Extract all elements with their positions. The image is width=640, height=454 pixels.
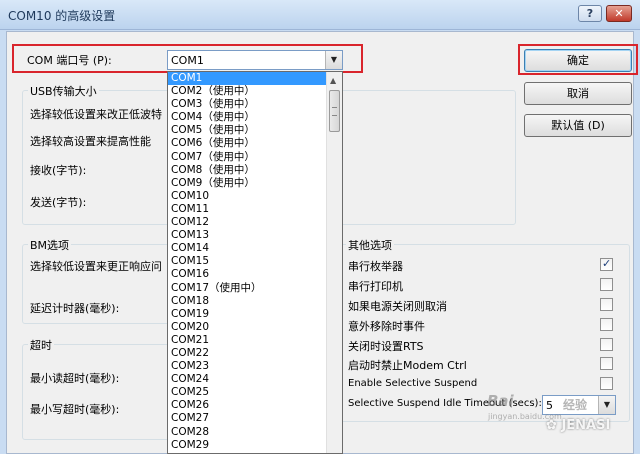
port-selected-value: COM1	[171, 54, 204, 67]
port-option[interactable]: COM28	[168, 426, 342, 439]
port-option[interactable]: COM6（使用中）	[168, 137, 342, 150]
port-option[interactable]: COM2（使用中）	[168, 85, 342, 98]
defaults-button[interactable]: 默认值 (D)	[524, 114, 632, 137]
port-option[interactable]: COM13	[168, 229, 342, 242]
misc-option-label: 串行枚举器	[348, 260, 403, 273]
port-option[interactable]: COM18	[168, 295, 342, 308]
port-option[interactable]: COM24	[168, 373, 342, 386]
port-option[interactable]: COM11	[168, 203, 342, 216]
port-option[interactable]: COM9（使用中）	[168, 177, 342, 190]
serial-printer-checkbox[interactable]	[600, 278, 613, 291]
port-list-items: COM1 COM2（使用中） COM3（使用中） COM4（使用中） COM5（使用中）…	[168, 72, 342, 452]
misc-option-label: 串行打印机	[348, 280, 403, 293]
help-button[interactable]: ?	[578, 5, 602, 22]
send-label: 发送(字节):	[30, 196, 87, 209]
port-option[interactable]: COM27	[168, 412, 342, 425]
cancel-if-power-off-checkbox[interactable]	[600, 298, 613, 311]
port-option[interactable]: COM21	[168, 334, 342, 347]
bm-group-title: BM选项	[28, 237, 72, 253]
port-option[interactable]: COM12	[168, 216, 342, 229]
set-rts-on-close-checkbox[interactable]	[600, 338, 613, 351]
port-dropdown-list[interactable]: COM1 COM2（使用中） COM3（使用中） COM4（使用中） COM5（使用中）…	[167, 71, 343, 454]
port-option[interactable]: COM5（使用中）	[168, 124, 342, 137]
ok-button[interactable]: 确定	[524, 49, 632, 72]
disable-modem-ctrl-checkbox[interactable]	[600, 357, 613, 370]
port-option[interactable]: COM23	[168, 360, 342, 373]
port-option[interactable]: COM15	[168, 255, 342, 268]
baidu-watermark: Bai	[487, 392, 514, 410]
timeouts-group-title: 超时	[28, 337, 54, 353]
usb-hint-high: 选择较高设置来提高性能	[30, 135, 151, 148]
port-option[interactable]: COM10	[168, 190, 342, 203]
port-combobox[interactable]: COM1 ▼	[167, 50, 343, 70]
port-option[interactable]: COM14	[168, 242, 342, 255]
window-title: COM10 的高级设置	[8, 9, 116, 23]
cancel-button[interactable]: 取消	[524, 82, 632, 105]
serial-enumerator-checkbox[interactable]	[600, 257, 613, 271]
bm-hint: 选择较低设置来更正响应问	[30, 260, 162, 273]
min-write-label: 最小写超时(毫秒):	[30, 403, 120, 416]
receive-label: 接收(字节):	[30, 164, 87, 177]
port-option[interactable]: COM17（使用中）	[168, 282, 342, 295]
misc-option-label: 意外移除时事件	[348, 320, 425, 333]
close-button[interactable]: ✕	[606, 5, 632, 22]
misc-option-label: Enable Selective Suspend	[348, 378, 478, 389]
misc-option-label: 关闭时设置RTS	[348, 340, 424, 353]
port-option[interactable]: COM29	[168, 439, 342, 452]
port-option[interactable]: COM25	[168, 386, 342, 399]
port-option[interactable]: COM4（使用中）	[168, 111, 342, 124]
wechat-icon: ✿	[546, 418, 557, 433]
port-option[interactable]: COM22	[168, 347, 342, 360]
port-option[interactable]: COM16	[168, 268, 342, 281]
jingyan-watermark: 经验	[563, 398, 588, 412]
misc-group-title: 其他选项	[346, 237, 394, 253]
title-bar: COM10 的高级设置 ? ✕	[0, 0, 640, 30]
chevron-down-icon[interactable]: ▼	[598, 396, 615, 414]
port-label: COM 端口号 (P):	[27, 54, 112, 67]
usb-hint-low: 选择较低设置来改正低波特	[30, 108, 162, 121]
brand-watermark: ✿ JENASI	[546, 418, 610, 433]
dropdown-scrollbar[interactable]: ▲	[326, 72, 342, 453]
selective-suspend-checkbox[interactable]	[600, 377, 613, 390]
port-option[interactable]: COM8（使用中）	[168, 164, 342, 177]
min-read-label: 最小读超时(毫秒):	[30, 372, 120, 385]
port-option[interactable]: COM7（使用中）	[168, 151, 342, 164]
port-option[interactable]: COM20	[168, 321, 342, 334]
surprise-removal-checkbox[interactable]	[600, 318, 613, 331]
port-option[interactable]: COM3（使用中）	[168, 98, 342, 111]
misc-option-label: 如果电源关闭则取消	[348, 300, 447, 313]
latency-label: 延迟计时器(毫秒):	[30, 302, 120, 315]
port-option[interactable]: COM1	[168, 72, 342, 86]
chevron-up-icon[interactable]: ▲	[330, 76, 336, 85]
brand-name: JENASI	[561, 418, 611, 433]
port-option[interactable]: COM26	[168, 399, 342, 412]
misc-option-label: 启动时禁止Modem Ctrl	[348, 359, 467, 372]
chevron-down-icon[interactable]: ▼	[325, 51, 342, 69]
usb-group-title: USB传输大小	[28, 83, 99, 99]
scrollbar-thumb[interactable]	[329, 90, 340, 132]
port-option[interactable]: COM19	[168, 308, 342, 321]
idle-timeout-value: 5	[546, 399, 553, 412]
